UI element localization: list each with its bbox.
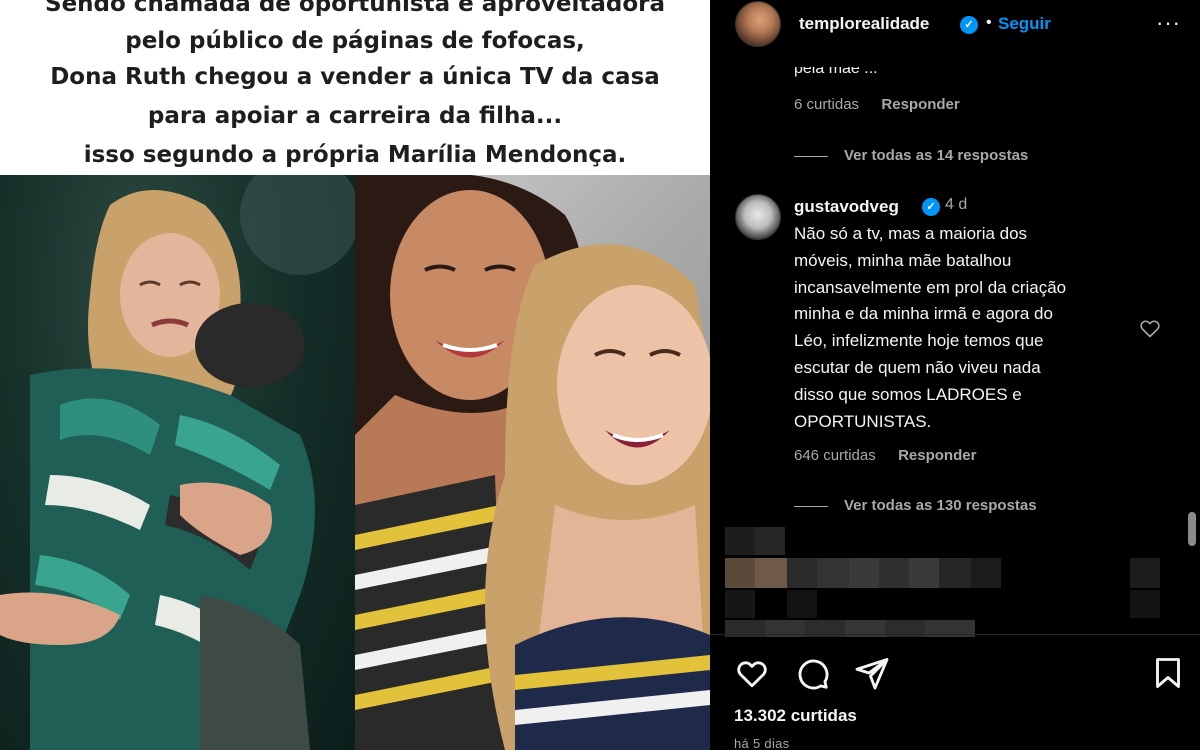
post-likes-count[interactable]: 13.302 curtidas [734,706,857,726]
more-icon[interactable]: ··· [1156,10,1181,36]
heart-icon[interactable] [734,655,770,691]
comment-line: móveis, minha mãe batalhou [794,250,1012,270]
previous-comment-likes[interactable]: 6 curtidas [794,96,859,113]
previous-comment-text: pela mãe ... [794,60,878,77]
post-header: templorealidade ✓ • Seguir ··· [710,0,1200,50]
photo-mother-daughter-illustration [355,175,710,750]
author-username[interactable]: templorealidade [799,14,929,34]
previous-comment-reply-button[interactable]: Responder [881,96,959,113]
photo-hug-illustration [0,175,355,750]
separator-dot: • [986,14,992,31]
author-avatar[interactable] [735,1,781,47]
caption-line-5: isso segundo a própria Marília Mendonça. [83,142,627,168]
share-icon[interactable] [854,655,890,691]
comment-line: incansavelmente em prol da criação [794,277,1067,297]
pixelated-comment [725,527,1175,637]
caption-line-2: pelo público de páginas de fofocas, [125,28,585,54]
verified-badge-icon: ✓ [922,198,940,216]
comment-time[interactable]: 4 d [945,196,967,214]
caption-line-4: para apoiar a carreira da filha... [147,103,563,129]
previous-comment-view-replies[interactable]: Ver todas as 14 respostas [794,147,1028,164]
actions-divider [710,634,1200,635]
post-side-panel: templorealidade ✓ • Seguir ··· pela mãe … [710,0,1200,750]
post-date[interactable]: há 5 dias [734,736,789,750]
comment-likes[interactable]: 646 curtidas [794,447,876,464]
comment-like-heart-icon[interactable] [1138,316,1162,340]
commenter-username[interactable]: gustavodveg [794,197,899,217]
comment-line: OPORTUNISTAS. [794,411,932,431]
divider-line [794,155,828,157]
comment-line: Léo, infelizmente hoje temos que [794,331,1044,351]
verified-badge-icon: ✓ [960,16,978,34]
photo-mother-daughter [355,175,710,750]
post-image[interactable]: Sendo chamada de oportunista e aproveita… [0,0,710,750]
comment-line: Não só a tv, mas a maioria dos [794,224,1028,243]
comments-scrollbar[interactable] [1188,512,1196,546]
comment-reply-button[interactable]: Responder [898,447,976,464]
caption-line-3: Dona Ruth chegou a vender a única TV da … [50,64,660,90]
follow-button[interactable]: Seguir [998,14,1051,34]
divider-line [794,505,828,507]
photo-hug [0,175,355,750]
comment-line: minha e da minha irmã e agora do [794,304,1053,324]
view-replies-label: Ver todas as 130 respostas [844,497,1037,514]
comment-meta: 646 curtidas Responder [794,447,976,464]
bookmark-icon[interactable] [1150,655,1186,691]
comment-line: escutar de quem não viveu nada [794,357,1041,377]
image-caption: Sendo chamada de oportunista e aproveita… [0,0,710,175]
previous-comment-meta: 6 curtidas Responder [794,96,960,113]
commenter-avatar[interactable] [735,194,781,240]
comment-line: disso que somos LADROES e [794,384,1022,404]
caption-line-1: Sendo chamada de oportunista e aproveita… [45,0,665,17]
comment-text: Não só a tv, mas a maioria dos móveis, m… [794,221,1124,435]
comment-view-replies[interactable]: Ver todas as 130 respostas [794,497,1037,514]
view-replies-label: Ver todas as 14 respostas [844,147,1029,164]
comment-icon[interactable] [794,655,830,691]
